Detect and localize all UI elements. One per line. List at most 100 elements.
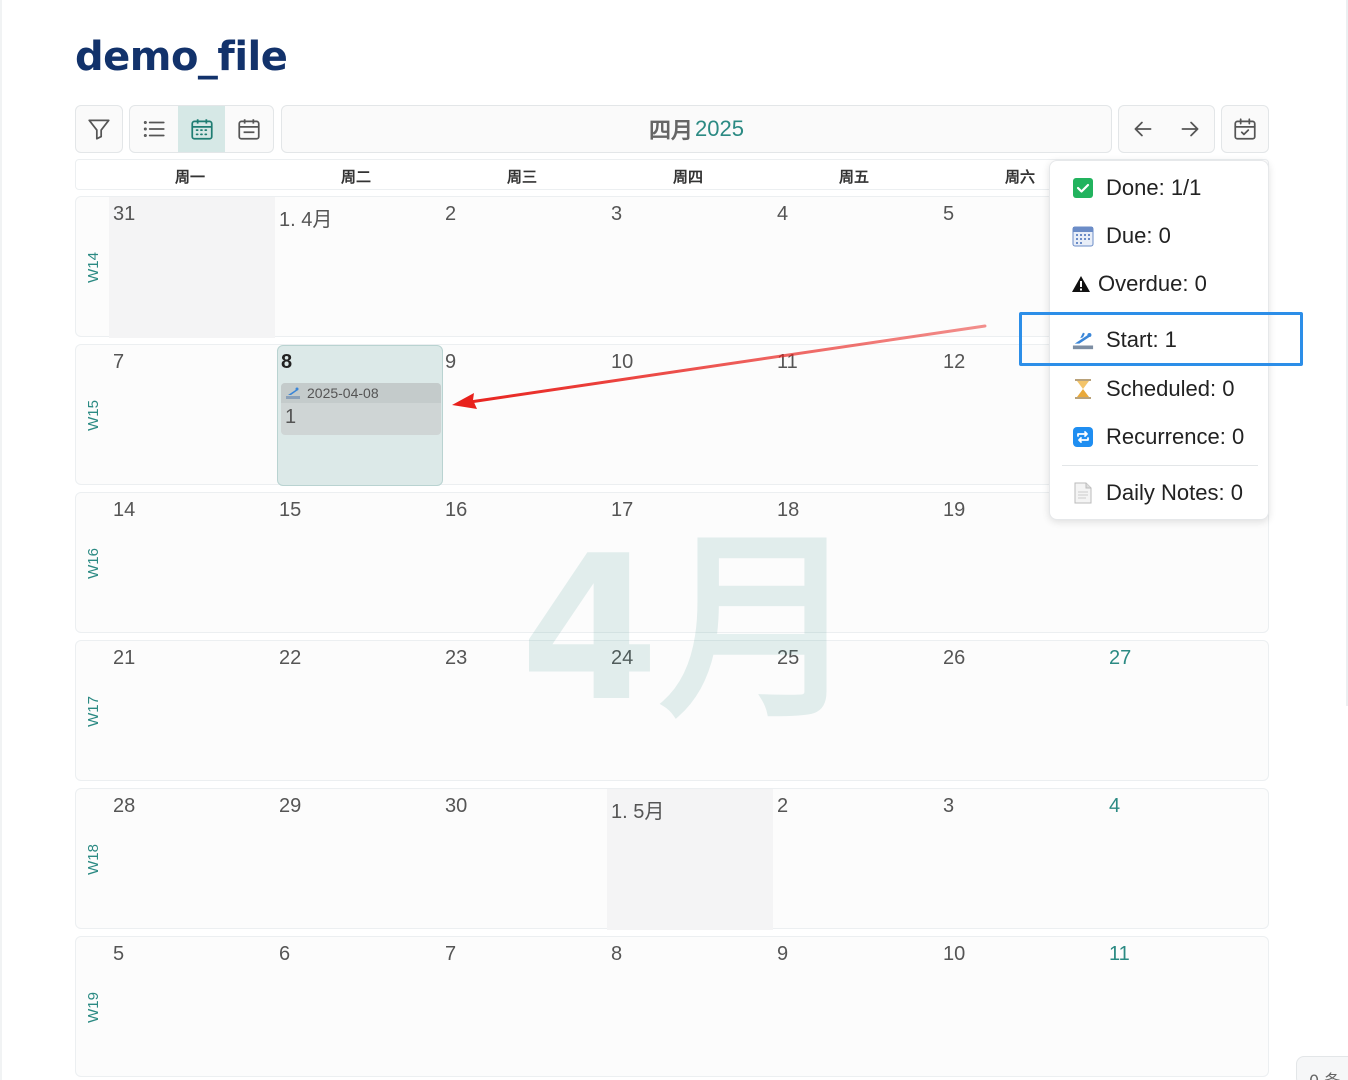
hourglass-icon <box>1072 378 1094 400</box>
prev-month-button[interactable] <box>1119 106 1167 152</box>
week-label[interactable]: W15 <box>82 345 104 486</box>
day-cell[interactable]: 10 <box>607 345 773 486</box>
day-cell[interactable]: 5 <box>109 937 275 1078</box>
day-cell[interactable]: 24 <box>607 641 773 782</box>
day-number: 12 <box>943 351 966 373</box>
day-cell[interactable]: 10 <box>939 937 1105 1078</box>
day-cell[interactable]: 30 <box>441 789 607 930</box>
day-number: 3 <box>943 795 955 817</box>
day-cell[interactable]: 7 <box>441 937 607 1078</box>
corner-count-tab[interactable]: 0 条 <box>1296 1056 1348 1080</box>
day-cell[interactable]: 7 <box>109 345 275 486</box>
today-group <box>1221 105 1269 153</box>
stat-due[interactable]: Due: 0 <box>1072 223 1171 249</box>
nav-group <box>1118 105 1215 153</box>
filter-button[interactable] <box>76 106 122 152</box>
day-cell[interactable]: 3 <box>939 789 1105 930</box>
day-cell[interactable]: 16 <box>441 493 607 634</box>
day-cell[interactable]: 9 <box>773 937 939 1078</box>
repeat-icon <box>1072 426 1094 448</box>
day-number: 1. 4月 <box>279 209 333 231</box>
day-cell[interactable]: 25 <box>773 641 939 782</box>
week-view-button[interactable] <box>225 106 273 152</box>
task-card[interactable]: 2025-04-08 1 <box>281 383 441 435</box>
day-cell[interactable]: 31 <box>109 197 275 338</box>
task-start-date: 2025-04-08 <box>307 385 379 401</box>
task-title: 1 <box>285 406 297 428</box>
day-number: 1. 5月 <box>611 801 665 823</box>
stat-recurrence[interactable]: Recurrence: 0 <box>1072 424 1244 450</box>
day-number: 3 <box>611 203 623 225</box>
stat-done[interactable]: Done: 1/1 <box>1072 175 1201 201</box>
day-cell[interactable]: 11 <box>1105 937 1271 1078</box>
weekday-mon: 周一 <box>174 168 205 186</box>
day-number: 29 <box>279 795 302 817</box>
day-cell[interactable]: 22 <box>275 641 441 782</box>
day-cell[interactable]: 4 <box>773 197 939 338</box>
stat-daily-notes[interactable]: Daily Notes: 0 <box>1072 480 1243 506</box>
day-number: 28 <box>113 795 136 817</box>
month-label: 四月 <box>649 119 694 144</box>
day-cell[interactable]: 6 <box>275 937 441 1078</box>
view-switcher <box>129 105 274 153</box>
day-number: 17 <box>611 499 634 521</box>
day-cell[interactable]: 18 <box>773 493 939 634</box>
stat-scheduled-label: Scheduled: 0 <box>1106 376 1235 401</box>
day-cell[interactable]: 29 <box>275 789 441 930</box>
day-cell[interactable]: 1. 4月 <box>275 197 441 338</box>
week-row-w19: W19 5 6 7 8 9 10 11 <box>75 936 1269 1077</box>
day-cell[interactable]: 14 <box>109 493 275 634</box>
day-number: 16 <box>445 499 468 521</box>
today-cell[interactable]: 8 2025-04-08 1 <box>277 345 443 486</box>
weekday-tue: 周二 <box>340 168 371 186</box>
stat-overdue[interactable]: Overdue: 0 <box>1070 271 1207 297</box>
day-number: 6 <box>279 943 291 965</box>
day-number: 11 <box>1109 943 1130 965</box>
day-number: 4 <box>1109 795 1121 817</box>
day-cell[interactable]: 21 <box>109 641 275 782</box>
day-number: 22 <box>279 647 302 669</box>
day-cell[interactable]: 9 <box>441 345 607 486</box>
day-cell[interactable]: 2 <box>441 197 607 338</box>
checkbox-checked-icon <box>1072 177 1094 199</box>
day-cell[interactable]: 26 <box>939 641 1105 782</box>
day-cell[interactable]: 3 <box>607 197 773 338</box>
week-label[interactable]: W19 <box>82 937 104 1078</box>
calendar-due-icon <box>1072 225 1094 247</box>
day-number: 4 <box>777 203 789 225</box>
day-cell[interactable]: 28 <box>109 789 275 930</box>
list-view-button[interactable] <box>130 106 178 152</box>
day-number: 15 <box>279 499 302 521</box>
week-label[interactable]: W14 <box>82 197 104 338</box>
week-row-w18: W18 28 29 30 1. 5月 2 3 4 <box>75 788 1271 930</box>
day-cell[interactable]: 17 <box>607 493 773 634</box>
day-number: 11 <box>777 351 798 373</box>
month-view-button[interactable] <box>177 106 226 152</box>
stat-scheduled[interactable]: Scheduled: 0 <box>1072 376 1234 402</box>
stat-overdue-label: Overdue: 0 <box>1098 271 1207 296</box>
day-number: 10 <box>611 351 634 373</box>
arrow-left-icon <box>1134 121 1152 137</box>
airplane-departure-icon <box>1072 329 1094 351</box>
today-button[interactable] <box>1222 106 1268 152</box>
week-label[interactable]: W16 <box>82 493 104 634</box>
day-number: 26 <box>943 647 966 669</box>
day-number: 2 <box>777 795 789 817</box>
stat-recurrence-label: Recurrence: 0 <box>1106 424 1245 449</box>
day-cell[interactable]: 2 <box>773 789 939 930</box>
day-cell[interactable]: 8 <box>607 937 773 1078</box>
day-cell[interactable]: 11 <box>773 345 939 486</box>
week-label[interactable]: W18 <box>82 789 104 930</box>
day-cell[interactable]: 1. 5月 <box>607 789 773 930</box>
calendar-month-icon <box>190 119 213 140</box>
warning-icon <box>1070 273 1092 295</box>
day-cell[interactable]: 27 <box>1105 641 1271 782</box>
day-cell[interactable]: 15 <box>275 493 441 634</box>
day-number: 23 <box>445 647 468 669</box>
day-cell[interactable]: 4 <box>1105 789 1271 930</box>
week-label[interactable]: W17 <box>82 641 104 782</box>
day-cell[interactable]: 23 <box>441 641 607 782</box>
day-number: 21 <box>113 647 136 669</box>
next-month-button[interactable] <box>1167 106 1215 152</box>
stat-start[interactable]: Start: 1 <box>1072 327 1177 353</box>
